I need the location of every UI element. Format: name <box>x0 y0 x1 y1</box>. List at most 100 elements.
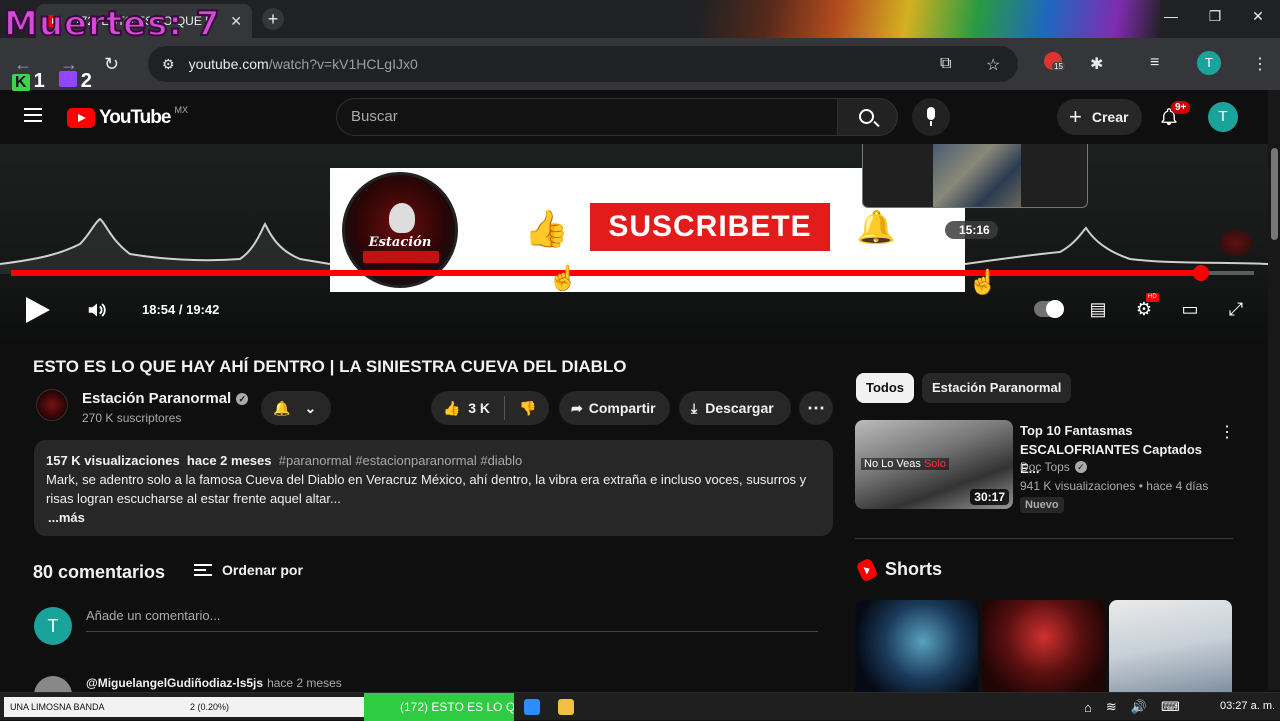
channel-name[interactable]: Estación Paranormal ✓ <box>82 390 249 407</box>
menu-hamburger-icon[interactable] <box>24 108 42 122</box>
browser-menu-icon[interactable]: ⋮ <box>1252 54 1268 74</box>
youtube-account-avatar[interactable]: T <box>1208 102 1238 132</box>
like-thumb-icon: 👍 <box>524 208 569 249</box>
address-bar[interactable]: ⚙ youtube.com/watch?v=kV1HCLgIJx0 ⧉ ☆ <box>148 46 1018 82</box>
section-divider <box>855 538 1233 539</box>
search-input[interactable]: Buscar <box>336 98 838 136</box>
plus-icon: + <box>1069 104 1082 129</box>
recommended-stats: 941 K visualizaciones • hace 4 días <box>1020 479 1209 493</box>
os-taskbar: UNA LIMOSNA BANDA 2 (0.20%) (172) ESTO E… <box>0 692 1280 721</box>
page-scrollbar[interactable] <box>1268 90 1280 690</box>
settings-gear-icon[interactable]: ⚙ HD <box>1132 293 1159 320</box>
volume-icon[interactable] <box>86 299 108 321</box>
progress-played <box>11 270 1201 276</box>
comments-count: 80 comentarios <box>33 562 166 582</box>
notifications-subscribed-button[interactable]: 🔔 ⌄ <box>261 391 331 425</box>
skull-icon <box>389 203 415 233</box>
description-box[interactable]: 157 K visualizaciones hace 2 meses #para… <box>34 440 833 536</box>
extension-icon[interactable]: 15 <box>1044 52 1065 71</box>
country-code: MX <box>174 105 188 115</box>
like-button[interactable]: 👍 3 K <box>443 400 490 417</box>
like-dislike-group: 👍 3 K 👎 <box>431 391 549 425</box>
download-button[interactable]: ⤓ Descargar <box>679 391 791 425</box>
video-player[interactable]: Estación 👍 SUSCRIBETE 🔔 15:16 ☝ ☝ 18:54 … <box>0 144 1268 344</box>
subtitles-icon[interactable]: ▤ <box>1086 298 1110 320</box>
autoplay-toggle[interactable] <box>1034 300 1064 318</box>
share-button[interactable]: ➦ Compartir <box>559 391 670 425</box>
theater-mode-icon[interactable]: ▭ <box>1178 298 1202 320</box>
divider <box>504 396 506 420</box>
more-actions-button[interactable]: ⋯ <box>799 391 833 425</box>
wifi-icon[interactable]: ≋ <box>1106 699 1117 715</box>
scrollbar-thumb[interactable] <box>1271 148 1278 240</box>
logo-banner <box>363 251 439 263</box>
tray-network-icon[interactable]: ⌂ <box>1084 700 1092 715</box>
sort-comments-button[interactable]: Ordenar por <box>194 562 303 578</box>
description-meta: 157 K visualizaciones hace 2 meses #para… <box>46 453 523 468</box>
bookmark-star-icon[interactable]: ☆ <box>986 55 1000 75</box>
file-explorer-icon[interactable] <box>558 699 574 715</box>
short-thumbnail[interactable] <box>1109 600 1232 692</box>
url-path: /watch?v=kV1HCLgIJx0 <box>268 56 418 72</box>
comment-author[interactable]: @MiguelangelGudiñodiaz-ls5js hace 2 meses <box>86 676 342 690</box>
youtube-masthead: YouTube MX Buscar + Crear 9+ T <box>0 90 1268 144</box>
hand-cursor-icon: ☝ <box>548 265 578 292</box>
browser-profile-avatar[interactable]: T <box>1197 51 1221 75</box>
shorts-heading: Shorts <box>885 559 943 579</box>
now-playing-widget: UNA LIMOSNA BANDA 2 (0.20%) <box>4 697 399 717</box>
minimize-button[interactable]: — <box>1156 8 1186 24</box>
close-window-button[interactable]: ✕ <box>1243 8 1273 25</box>
recommended-channel[interactable]: Doc Tops ✓ <box>1020 460 1087 474</box>
taskbar-clock[interactable]: 03:27 a. m. <box>1220 700 1275 712</box>
now-playing-song: UNA LIMOSNA BANDA <box>10 702 105 712</box>
chevron-down-icon: ⌄ <box>304 399 317 416</box>
voice-search-mic-icon[interactable] <box>912 98 950 136</box>
fullscreen-icon[interactable]: ⤢ <box>1224 298 1248 320</box>
site-settings-icon[interactable]: ⚙ <box>162 56 175 73</box>
new-tab-button[interactable]: + <box>262 8 284 30</box>
channel-avatar[interactable] <box>36 389 68 421</box>
search-button[interactable] <box>838 98 898 136</box>
install-app-icon[interactable]: ⧉ <box>940 55 951 73</box>
preview-image <box>933 144 1021 207</box>
download-icon: ⤓ <box>691 399 698 416</box>
add-comment-input[interactable]: Añade un comentario... <box>86 608 818 632</box>
short-thumbnail[interactable] <box>982 600 1105 692</box>
reload-icon[interactable]: ↻ <box>104 54 119 75</box>
media-controls-icon[interactable]: ≡ <box>1150 54 1159 72</box>
youtube-logo[interactable]: YouTube MX <box>67 105 188 129</box>
progress-scrubber-handle[interactable] <box>1192 265 1209 281</box>
taskbar-active-window[interactable]: (172) ESTO ES LO QUE... <box>364 693 514 721</box>
chip-channel[interactable]: Estación Paranormal <box>922 373 1072 403</box>
card-subscribe-button[interactable]: SUSCRIBETE <box>590 203 830 251</box>
url-host: youtube.com <box>188 56 269 72</box>
create-button[interactable]: + Crear <box>1057 99 1142 135</box>
show-more-link[interactable]: ...más <box>48 508 821 527</box>
speaker-icon[interactable]: 🔊 <box>1131 699 1147 715</box>
recommended-thumbnail[interactable]: No Lo Veas Solo 30:17 <box>855 420 1013 509</box>
short-thumbnail[interactable] <box>855 600 978 692</box>
system-tray: ⌂ ≋ 🔊 ⌨ <box>1084 699 1180 715</box>
subscriber-count: 270 K suscriptores <box>82 411 182 425</box>
now-playing-count: 2 (0.20%) <box>190 702 230 712</box>
dislike-icon[interactable]: 👎 <box>519 400 536 417</box>
twitch-icon <box>58 71 77 87</box>
seek-preview-thumbnail <box>862 144 1088 208</box>
extensions-puzzle-icon[interactable]: ✱ <box>1090 54 1103 74</box>
notifications-badge: 9+ <box>1171 101 1191 114</box>
channel-watermark[interactable] <box>1220 230 1252 256</box>
extension-badge: 15 <box>1052 62 1065 71</box>
zoom-app-icon[interactable] <box>524 699 540 715</box>
card-bell-icon: 🔔 <box>856 209 896 245</box>
player-right-controls: ▤ ⚙ HD ▭ ⤢ <box>1034 293 1248 320</box>
kick-counter: K1 <box>12 70 45 93</box>
maximize-button[interactable]: ❐ <box>1200 8 1230 25</box>
chip-all[interactable]: Todos <box>856 373 915 403</box>
video-title: ESTO ES LO QUE HAY AHÍ DENTRO | LA SINIE… <box>33 357 627 376</box>
recommended-more-icon[interactable]: ⋮ <box>1219 422 1235 442</box>
my-avatar: T <box>34 607 72 645</box>
keyboard-icon[interactable]: ⌨ <box>1161 699 1180 715</box>
play-icon[interactable] <box>26 297 50 323</box>
tab-close-icon[interactable]: ✕ <box>230 13 242 30</box>
hashtags[interactable]: #paranormal #estacionparanormal #diablo <box>279 453 523 468</box>
